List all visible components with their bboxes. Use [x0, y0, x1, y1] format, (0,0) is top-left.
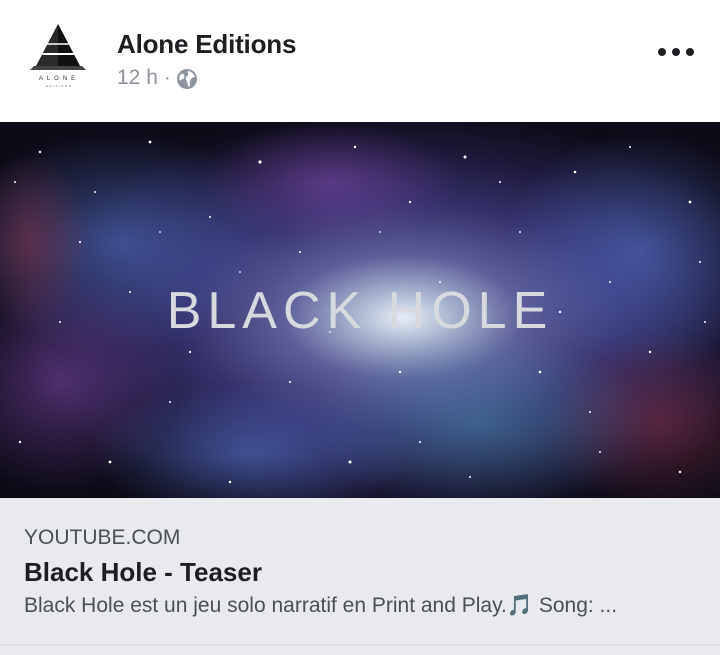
link-domain: YOUTUBE.COM	[24, 526, 181, 549]
meta-separator: ·	[163, 66, 171, 89]
logo-subtext: EDITIONS	[46, 84, 72, 88]
page-avatar[interactable]: ALONE EDITIONS	[28, 20, 92, 92]
facebook-post: ALONE EDITIONS Alone Editions 12 h · BLA…	[0, 0, 720, 655]
more-options-button[interactable]	[658, 40, 694, 64]
video-title-overlay: BLACK HOLE	[167, 282, 554, 340]
link-title[interactable]: Black Hole - Teaser	[24, 557, 262, 588]
card-divider	[0, 644, 720, 646]
more-options-icon	[658, 48, 666, 56]
post-header: ALONE EDITIONS Alone Editions 12 h ·	[0, 0, 720, 122]
space-nebula-image: BLACK HOLE	[0, 122, 720, 498]
post-meta: 12 h ·	[117, 66, 198, 90]
link-description: Black Hole est un jeu solo narratif en P…	[24, 594, 618, 617]
video-thumbnail[interactable]: BLACK HOLE	[0, 122, 720, 498]
logo-text: ALONE	[39, 76, 79, 82]
alone-editions-logo: ALONE EDITIONS	[30, 24, 86, 88]
globe-icon	[176, 69, 197, 89]
post-timestamp[interactable]: 12 h	[117, 66, 158, 90]
page-name[interactable]: Alone Editions	[117, 29, 296, 60]
